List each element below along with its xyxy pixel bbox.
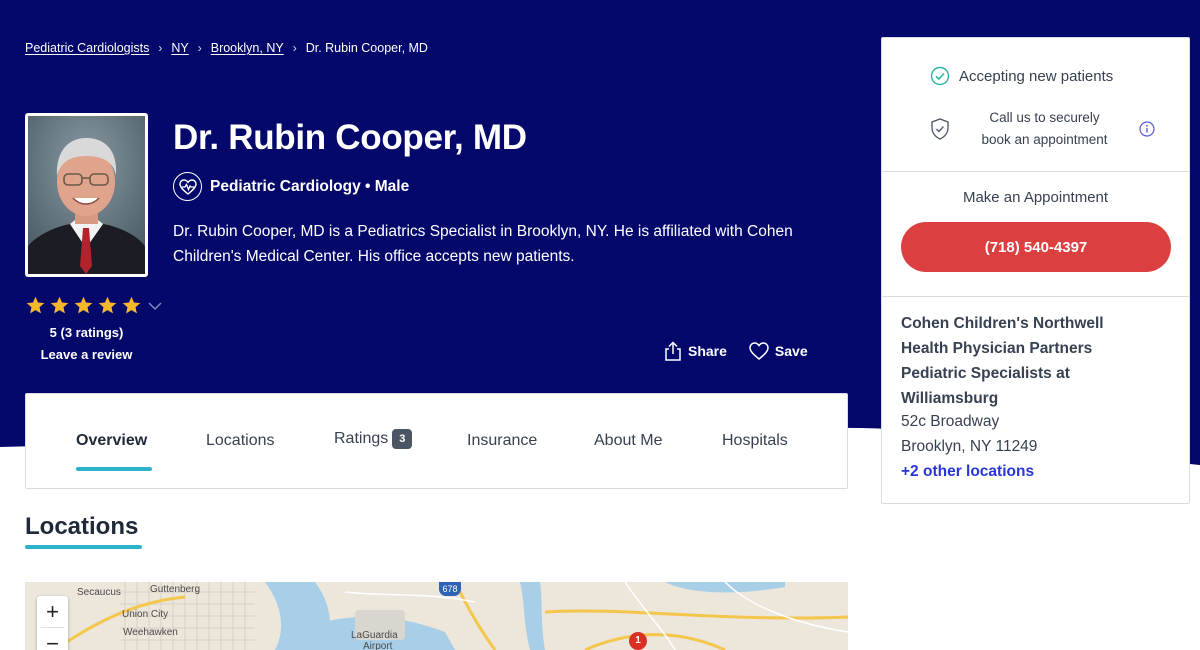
- heading-underline: [25, 545, 142, 549]
- doctor-bio: Dr. Rubin Cooper, MD is a Pediatrics Spe…: [173, 223, 793, 265]
- call-phone-button[interactable]: (718) 540-4397: [901, 222, 1171, 272]
- heart-pulse-icon: [173, 172, 202, 201]
- save-button[interactable]: Save: [749, 341, 808, 361]
- map-zoom-controls: + −: [37, 596, 68, 650]
- zoom-in-button[interactable]: +: [37, 596, 68, 627]
- chevron-right-icon: ›: [197, 41, 202, 55]
- other-locations-link[interactable]: +2 other locations: [901, 463, 1034, 481]
- share-icon: [665, 341, 681, 361]
- shield-check-icon: [931, 118, 949, 140]
- accepting-patients-status: Accepting new patients: [930, 66, 1113, 86]
- location-pin[interactable]: 1: [629, 632, 647, 650]
- map-label-weehawken: Weehawken: [123, 627, 178, 638]
- star-icon: [98, 296, 117, 314]
- rating-count: 5 (3 ratings): [49, 325, 124, 340]
- tab-ratings[interactable]: Ratings 3: [334, 429, 413, 449]
- make-appointment-label: Make an Appointment: [962, 189, 1109, 206]
- star-icon: [26, 296, 45, 314]
- chevron-right-icon: ›: [158, 41, 163, 55]
- highway-shield: 678: [439, 582, 461, 596]
- map-label-union-city: Union City: [122, 609, 169, 620]
- check-circle-icon: [930, 66, 950, 86]
- doctor-photo: [25, 113, 148, 277]
- doctor-name: Dr. Rubin Cooper, MD: [173, 118, 527, 157]
- map-label-secaucus: Secaucus: [77, 587, 121, 598]
- address-street: 52c Broadway: [901, 413, 1000, 430]
- locations-map[interactable]: 678 Secaucus Guttenberg Union City Weeha…: [25, 582, 848, 650]
- appointment-card: Accepting new patients Call us to secure…: [881, 37, 1190, 504]
- star-icon: [122, 296, 141, 314]
- call-us-line-2: book an appointment: [981, 132, 1108, 147]
- leave-review-link[interactable]: Leave a review: [25, 347, 148, 362]
- breadcrumb-current: Dr. Rubin Cooper, MD: [305, 41, 428, 55]
- breadcrumb-link-specialty[interactable]: Pediatric Cardiologists: [25, 41, 149, 55]
- breadcrumb: Pediatric Cardiologists › NY › Brooklyn,…: [25, 41, 428, 55]
- practice-name: Cohen Children's Northwell Health Physic…: [901, 311, 1171, 411]
- zoom-out-button[interactable]: −: [37, 628, 68, 650]
- profile-actions: Share Save: [664, 341, 808, 361]
- profile-tabs: Overview Locations Ratings 3 Insurance Ab…: [25, 393, 848, 489]
- map-label-guttenberg: Guttenberg: [150, 584, 201, 595]
- divider: [882, 296, 1189, 297]
- star-rating[interactable]: [25, 295, 163, 316]
- share-button[interactable]: Share: [664, 341, 727, 361]
- tab-ratings-label: Ratings: [334, 430, 389, 447]
- specialty-text: Pediatric Cardiology • Male: [210, 177, 410, 195]
- tab-locations[interactable]: Locations: [206, 432, 275, 450]
- practice-name-line: Williamsburg: [901, 390, 999, 407]
- locations-heading: Locations: [25, 513, 139, 540]
- practice-name-line: Pediatric Specialists at: [901, 365, 1070, 382]
- divider: [882, 171, 1189, 172]
- secure-booking-note: Call us to securely book an appointment: [930, 107, 1165, 151]
- address-city: Brooklyn, NY 11249: [901, 438, 1038, 455]
- breadcrumb-link-state[interactable]: NY: [171, 41, 188, 55]
- active-tab-indicator: [76, 467, 152, 471]
- accepting-text: Accepting new patients: [959, 67, 1114, 85]
- star-icon: [74, 296, 93, 314]
- chevron-right-icon: ›: [292, 41, 297, 55]
- breadcrumb-link-city[interactable]: Brooklyn, NY: [211, 41, 284, 55]
- chevron-down-icon[interactable]: [147, 298, 163, 314]
- practice-name-line: Health Physician Partners: [901, 340, 1093, 357]
- tab-about-me[interactable]: About Me: [594, 432, 662, 450]
- share-label: Share: [688, 343, 727, 359]
- tab-overview[interactable]: Overview: [76, 432, 147, 450]
- call-us-line-1: Call us to securely: [989, 110, 1100, 125]
- practice-name-line: Cohen Children's Northwell: [901, 315, 1104, 332]
- specialty-line: Pediatric Cardiology • Male: [173, 172, 409, 201]
- call-us-text: Call us to securely book an appointment: [962, 107, 1127, 151]
- map-label-laguardia: LaGuardia: [351, 630, 398, 641]
- tab-hospitals[interactable]: Hospitals: [722, 432, 788, 450]
- map-label-airport: Airport: [363, 641, 393, 650]
- ratings-count-badge: 3: [392, 429, 413, 449]
- tab-insurance[interactable]: Insurance: [467, 432, 537, 450]
- info-icon[interactable]: [1139, 121, 1155, 137]
- star-icon: [50, 296, 69, 314]
- heart-icon: [749, 342, 769, 360]
- save-label: Save: [774, 343, 808, 359]
